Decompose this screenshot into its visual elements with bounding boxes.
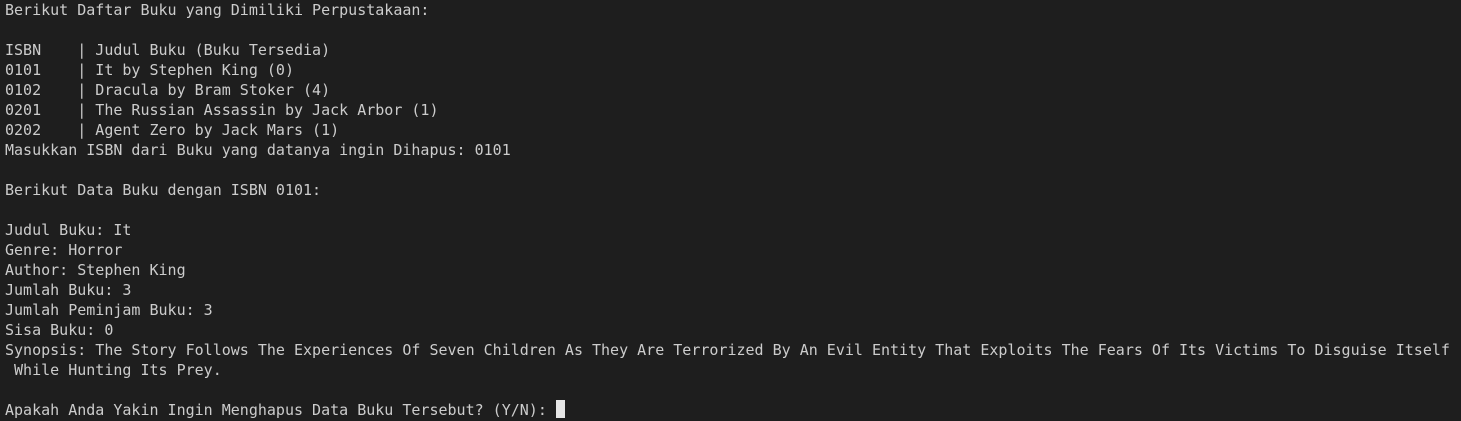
confirm-prompt-line[interactable]: Apakah Anda Yakin Ingin Menghapus Data B…: [5, 400, 1461, 420]
book-genre-line: Genre: Horror: [5, 241, 123, 259]
synopsis-line: Synopsis: The Story Follows The Experien…: [5, 341, 1450, 359]
book-data-heading: Berikut Data Buku dengan ISBN 0101:: [5, 181, 322, 199]
output-line-blank: [5, 20, 1461, 40]
table-row: 0201 | The Russian Assassin by Jack Arbo…: [5, 101, 439, 119]
output-line-heading: Berikut Daftar Buku yang Dimiliki Perpus…: [5, 1, 430, 19]
book-count-line: Jumlah Buku: 3: [5, 281, 132, 299]
table-row: 0102 | Dracula by Bram Stoker (4): [5, 81, 331, 99]
table-row: 0202 | Agent Zero by Jack Mars (1): [5, 121, 340, 139]
book-author-line: Author: Stephen King: [5, 261, 186, 279]
confirm-prompt-text: Apakah Anda Yakin Ingin Menghapus Data B…: [5, 401, 556, 419]
output-line-blank: [5, 200, 1461, 220]
text-cursor[interactable]: [555, 400, 565, 418]
book-title-line: Judul Buku: It: [5, 221, 132, 239]
output-line-blank: [5, 380, 1461, 400]
table-header-row: ISBN | Judul Buku (Buku Tersedia): [5, 41, 331, 59]
isbn-input-line: Masukkan ISBN dari Buku yang datanya ing…: [5, 141, 511, 159]
borrower-count-line: Jumlah Peminjam Buku: 3: [5, 301, 213, 319]
remaining-books-line: Sisa Buku: 0: [5, 321, 114, 339]
output-line-blank: [5, 160, 1461, 180]
table-row: 0101 | It by Stephen King (0): [5, 61, 294, 79]
terminal-output[interactable]: Berikut Daftar Buku yang Dimiliki Perpus…: [0, 0, 1461, 421]
synopsis-continuation-line: While Hunting Its Prey.: [5, 361, 222, 379]
